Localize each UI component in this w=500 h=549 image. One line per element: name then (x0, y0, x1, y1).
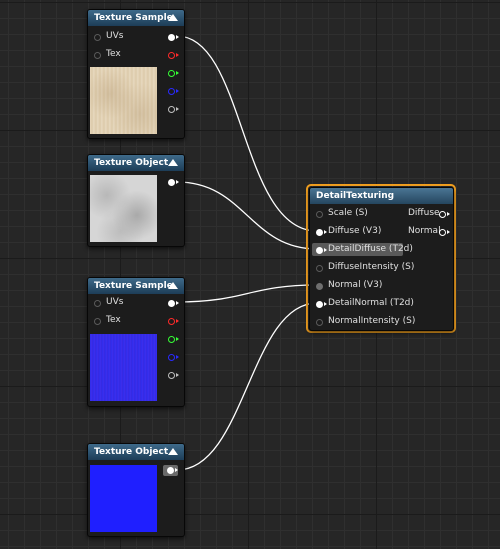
uvs-label: UVs (106, 31, 124, 41)
pin-arrow-icon (176, 180, 179, 184)
scale-input-pin[interactable] (316, 211, 323, 218)
diffuseintensity-input-pin[interactable] (316, 265, 323, 272)
tex-input-pin[interactable] (94, 52, 101, 59)
pin-arrow-icon (176, 337, 179, 341)
node-header[interactable]: DetailTexturing (310, 188, 453, 204)
pin-arrow-icon (176, 319, 179, 323)
node-title: Texture Sample (94, 13, 173, 23)
texture-output-pin[interactable] (167, 467, 174, 474)
scale-label: Scale (S) (328, 208, 368, 218)
texture-preview-thumbnail (90, 67, 157, 134)
g-output-pin[interactable] (168, 70, 175, 77)
detaildiffuse-label: DetailDiffuse (T2d) (328, 244, 413, 254)
pin-arrow-icon (176, 89, 179, 93)
node-header[interactable]: Texture Sample (88, 10, 184, 26)
diffuse-output-pin[interactable] (439, 211, 446, 218)
texture-sample-node-1[interactable]: Texture Sample UVs Tex (87, 9, 185, 139)
texture-object-node-1[interactable]: Texture Object (87, 154, 185, 247)
normal-input-label: Normal (V3) (328, 280, 383, 290)
diffuse-input-label: Diffuse (V3) (328, 226, 382, 236)
texture-preview-thumbnail (90, 334, 157, 401)
pin-arrow-icon (447, 212, 450, 216)
diffuse-input-pin[interactable] (316, 229, 323, 236)
a-output-pin[interactable] (168, 372, 175, 379)
collapse-arrow-icon[interactable] (168, 159, 178, 166)
r-output-pin[interactable] (168, 52, 175, 59)
g-output-pin[interactable] (168, 336, 175, 343)
diffuseintensity-label: DiffuseIntensity (S) (328, 262, 415, 272)
collapse-arrow-icon[interactable] (168, 448, 178, 455)
detailnormal-label: DetailNormal (T2d) (328, 298, 414, 308)
normal-input-pin[interactable] (316, 283, 323, 290)
texture-output-pin[interactable] (168, 179, 175, 186)
collapse-arrow-icon[interactable] (168, 14, 178, 21)
diffuse-output-label: Diffuse (408, 208, 440, 218)
wire-ts1-rgb-to-diffuse (176, 35, 318, 232)
normalintensity-input-pin[interactable] (316, 319, 323, 326)
node-header[interactable]: Texture Object (88, 444, 184, 460)
detail-texturing-node[interactable]: DetailTexturing Scale (S) Diffuse (V3) D… (309, 187, 454, 331)
pin-arrow-icon (176, 373, 179, 377)
node-title: Texture Object (94, 447, 169, 457)
rgb-output-pin[interactable] (168, 300, 175, 307)
uvs-input-pin[interactable] (94, 34, 101, 41)
b-output-pin[interactable] (168, 88, 175, 95)
node-title: Texture Sample (94, 281, 173, 291)
pin-arrow-icon (447, 230, 450, 234)
collapse-arrow-icon[interactable] (168, 282, 178, 289)
normal-output-pin[interactable] (439, 229, 446, 236)
node-title: Texture Object (94, 158, 169, 168)
wire-ts2-rgb-to-normal (176, 284, 318, 303)
pin-arrow-icon (176, 301, 179, 305)
pin-arrow-icon (176, 35, 179, 39)
node-header[interactable]: Texture Sample (88, 278, 184, 294)
pin-arrow-icon (176, 71, 179, 75)
b-output-pin[interactable] (168, 354, 175, 361)
a-output-pin[interactable] (168, 106, 175, 113)
texture-preview-thumbnail (90, 465, 157, 532)
pin-arrow-icon (176, 107, 179, 111)
pin-arrow-icon (176, 53, 179, 57)
normal-output-label: Normal (408, 226, 441, 236)
uvs-label: UVs (106, 297, 124, 307)
node-title: DetailTexturing (316, 191, 395, 201)
pin-arrow-icon (176, 355, 179, 359)
uvs-input-pin[interactable] (94, 300, 101, 307)
pin-arrow-icon (324, 230, 327, 234)
node-header[interactable]: Texture Object (88, 155, 184, 171)
tex-label: Tex (106, 49, 121, 59)
pin-arrow-icon (175, 468, 178, 472)
texture-object-node-2[interactable]: Texture Object (87, 443, 185, 537)
tex-input-pin[interactable] (94, 318, 101, 325)
pin-arrow-icon (324, 248, 327, 252)
normalintensity-label: NormalIntensity (S) (328, 316, 416, 326)
detaildiffuse-input-pin[interactable] (316, 247, 323, 254)
texture-sample-node-2[interactable]: Texture Sample UVs Tex (87, 277, 185, 407)
wire-to2-to-detailnormal (176, 302, 318, 471)
rgb-output-pin[interactable] (168, 34, 175, 41)
tex-label: Tex (106, 315, 121, 325)
pin-arrow-icon (324, 302, 327, 306)
wire-to1-to-detaildiffuse (176, 181, 318, 250)
detailnormal-input-pin[interactable] (316, 301, 323, 308)
texture-preview-thumbnail (90, 175, 157, 242)
r-output-pin[interactable] (168, 318, 175, 325)
